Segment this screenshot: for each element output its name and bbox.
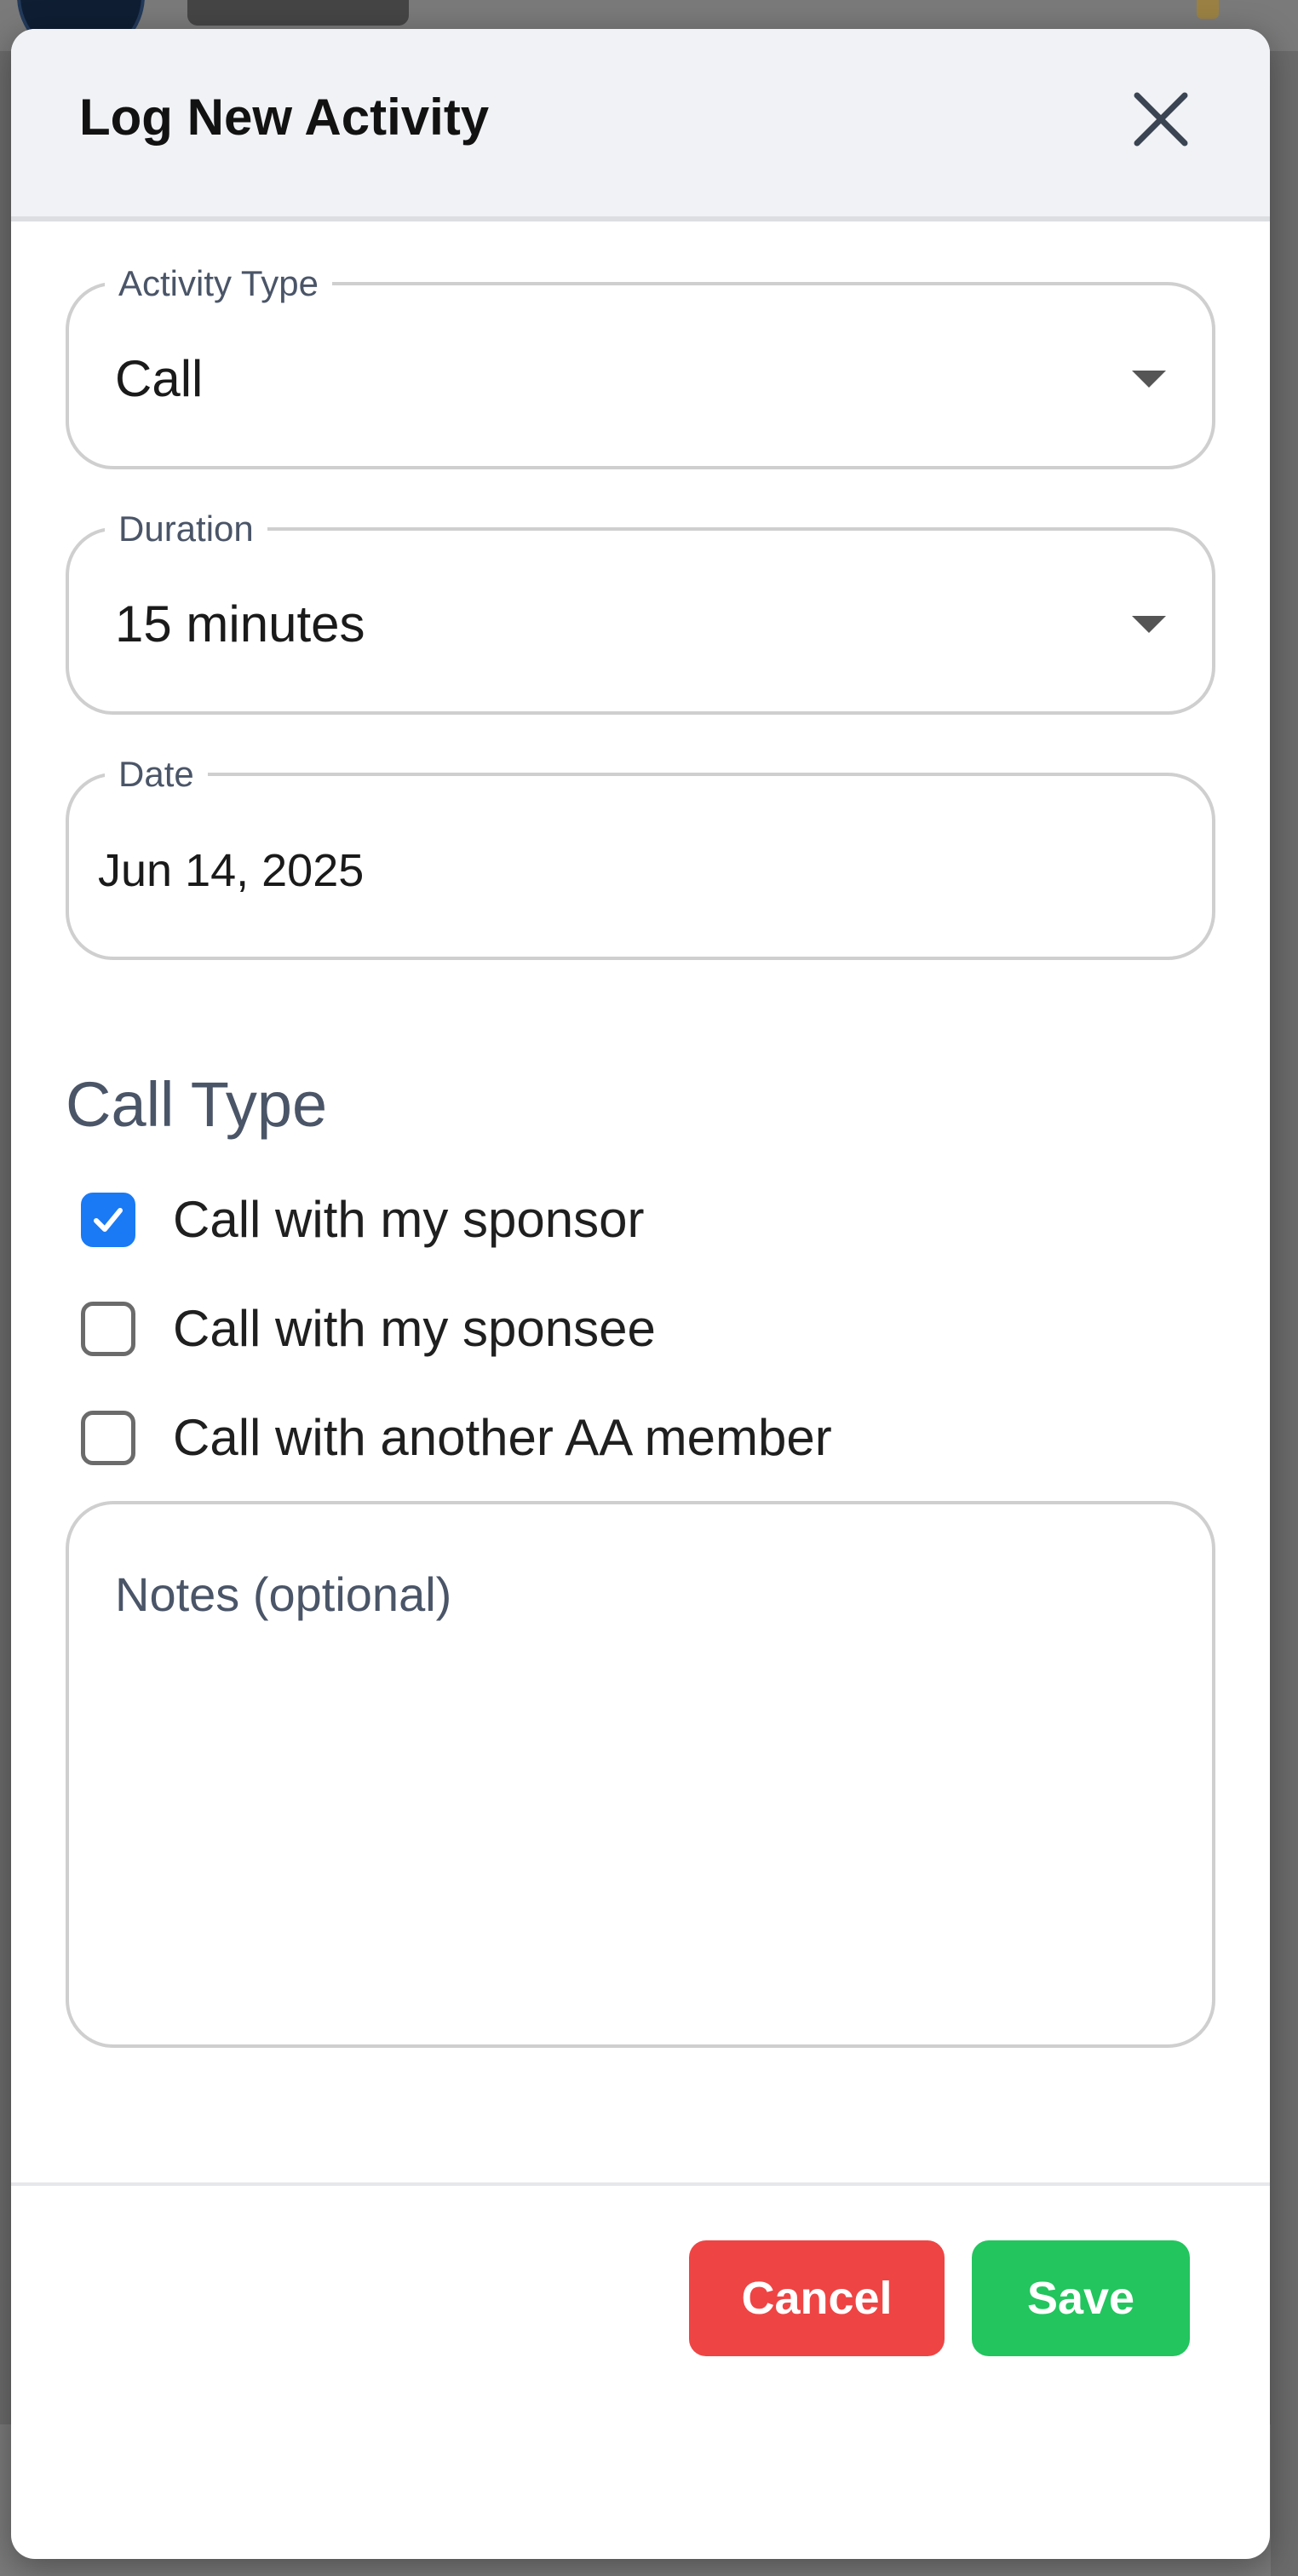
date-value: Jun 14, 2025 <box>98 845 365 896</box>
checkbox-sponsor[interactable] <box>81 1193 135 1247</box>
background-menu-icon <box>1197 0 1219 19</box>
chevron-down-icon <box>1132 371 1166 388</box>
modal-title: Log New Activity <box>79 89 490 146</box>
cancel-button[interactable]: Cancel <box>689 2240 945 2356</box>
activity-type-select[interactable]: Activity Type Call <box>66 262 1215 469</box>
checkbox-label: Call with my sponsee <box>173 1300 656 1357</box>
footer-divider <box>11 2182 1270 2186</box>
save-button[interactable]: Save <box>972 2240 1190 2356</box>
modal-overlay-edge <box>1271 51 1298 2576</box>
log-activity-modal: Log New Activity Activity Type Call Dura… <box>11 29 1270 2559</box>
call-type-option-sponsee[interactable]: Call with my sponsee <box>69 1291 1091 1360</box>
notes-placeholder: Notes (optional) <box>115 1567 452 1621</box>
duration-value: 15 minutes <box>115 595 365 653</box>
background-title-fragment <box>187 0 409 26</box>
activity-type-label: Activity Type <box>105 262 332 306</box>
call-type-option-sponsor[interactable]: Call with my sponsor <box>69 1182 1091 1251</box>
checkmark-icon <box>94 1208 123 1232</box>
duration-label: Duration <box>105 507 267 551</box>
checkbox-aa-member[interactable] <box>81 1411 135 1465</box>
chevron-down-icon <box>1132 616 1166 633</box>
checkbox-label: Call with another AA member <box>173 1409 832 1466</box>
modal-header: Log New Activity <box>11 29 1270 221</box>
call-type-heading: Call Type <box>66 1069 328 1140</box>
date-label: Date <box>105 752 208 796</box>
checkbox-sponsee[interactable] <box>81 1302 135 1356</box>
date-field[interactable]: Date Jun 14, 2025 <box>66 752 1215 960</box>
checkbox-label: Call with my sponsor <box>173 1191 645 1248</box>
duration-select[interactable]: Duration 15 minutes <box>66 507 1215 715</box>
activity-type-value: Call <box>115 350 204 407</box>
close-icon <box>1134 92 1188 147</box>
notes-textarea[interactable]: Notes (optional) <box>66 1501 1215 2048</box>
call-type-option-aa-member[interactable]: Call with another AA member <box>69 1400 1091 1469</box>
close-button[interactable] <box>1118 77 1203 162</box>
